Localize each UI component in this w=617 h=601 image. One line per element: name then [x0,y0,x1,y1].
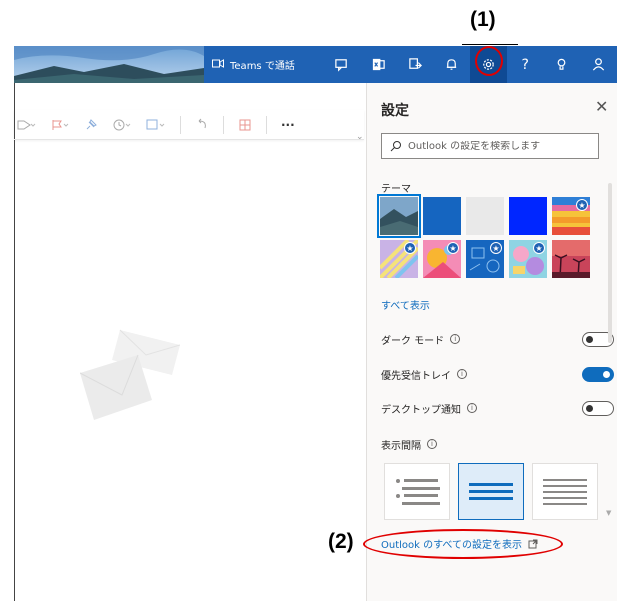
density-compact-line [543,478,587,481]
annotation-1: (1) [470,8,496,31]
flag-icon[interactable] [50,119,70,131]
settings-scrollbar-thumb[interactable] [608,183,612,343]
help-button[interactable]: ? [507,46,544,83]
dark-mode-row: ダーク モード i [381,329,614,349]
premium-star-icon: ★ [576,199,588,211]
tag-icon[interactable] [16,119,36,131]
chat-icon [335,59,347,72]
tips-button[interactable] [544,46,581,83]
bell-icon [447,59,457,70]
header-scenery-image [14,46,204,83]
desktop-notification-toggle[interactable] [582,401,614,416]
dark-mode-label: ダーク モード [381,335,445,347]
theme-sunset-palms[interactable] [552,240,590,278]
density-compact-line [543,484,587,487]
theme-blue[interactable] [423,197,461,235]
theme-pastel-art[interactable]: ★ [509,240,547,278]
premium-star-icon: ★ [490,242,502,254]
density-full-line [396,478,438,483]
toggle-knob [586,336,593,343]
density-medium[interactable] [458,463,524,520]
scroll-down-icon[interactable]: ▼ [606,509,611,517]
toolbar-separator [223,116,224,134]
density-options [384,463,598,520]
density-medium-line [469,483,513,486]
toggle-knob [603,371,610,378]
move-icon[interactable] [146,118,166,132]
density-compact[interactable] [532,463,598,520]
theme-pink-orange[interactable]: ★ [423,240,461,278]
tips-icon [558,58,566,70]
toggle-knob [586,405,593,412]
density-full-line [396,493,438,498]
show-all-themes-link[interactable]: すべて表示 [381,297,430,312]
info-icon[interactable]: i [467,403,477,413]
empty-mail-illustration [80,329,180,420]
search-icon [390,141,401,152]
chat-button[interactable] [323,46,360,83]
notifications-button[interactable] [433,46,470,83]
apps-icon[interactable] [238,118,252,132]
density-compact-line [543,490,587,493]
density-compact-line [543,502,587,505]
camera-icon [212,58,224,71]
premium-star-icon: ★ [447,242,459,254]
pin-icon[interactable] [84,118,98,132]
theme-rainbow[interactable]: ★ [552,197,590,235]
density-full-line [402,501,440,505]
desktop-notification-label: デスクトップ通知 [381,404,461,416]
share-icon [408,58,422,69]
theme-light-gray[interactable] [466,197,504,235]
annotation-2: (2) [328,530,354,553]
density-full-line [402,486,440,490]
excel-button[interactable] [360,46,397,83]
all-settings-highlight-oval [363,529,563,559]
settings-highlight-circle [475,46,503,76]
settings-panel: 設定 ✕ テーマ ★ ★ ★ ★ ★ [366,83,617,601]
info-icon[interactable]: i [427,439,437,449]
premium-star-icon: ★ [533,242,545,254]
theme-colorful-lines[interactable]: ★ [380,240,418,278]
settings-search-input[interactable] [408,140,588,152]
density-medium-line [469,497,513,500]
density-compact-line [543,496,587,499]
focused-inbox-toggle[interactable] [582,367,614,382]
clock-icon[interactable] [112,118,132,132]
undo-icon[interactable] [195,118,209,132]
sheets-icon [372,58,385,71]
command-bar: ··· [14,110,364,140]
account-button[interactable] [580,46,617,83]
toolbar-separator [266,116,267,134]
close-icon[interactable]: ✕ [595,97,608,116]
density-full[interactable] [384,463,450,520]
display-density-row: 表示間隔 i [381,434,601,454]
density-medium-line [469,490,513,493]
theme-grid: ★ ★ ★ ★ ★ [377,194,598,278]
annotation-divider [462,44,518,45]
chevron-down-icon[interactable]: ⌄ [356,132,364,142]
teams-call-label: Teams で通話 [230,61,295,72]
info-icon[interactable]: i [450,334,461,344]
settings-title: 設定 [381,103,409,119]
toolbar-separator [180,116,181,134]
display-density-label: 表示間隔 [381,440,421,452]
focused-inbox-row: 優先受信トレイ i [381,364,614,384]
top-bar: Teams で通話 ? [14,46,617,83]
more-icon[interactable]: ··· [281,118,295,132]
person-icon [593,58,605,71]
info-icon[interactable]: i [457,369,467,379]
help-icon: ? [521,56,529,73]
desktop-notification-row: デスクトップ通知 i [381,398,614,418]
share-button[interactable] [397,46,434,83]
theme-label: テーマ [381,184,411,195]
focused-inbox-label: 優先受信トレイ [381,370,451,382]
theme-landscape[interactable] [377,194,421,238]
settings-search-box[interactable] [381,133,599,159]
theme-bright-blue[interactable] [509,197,547,235]
premium-star-icon: ★ [404,242,416,254]
theme-blue-doodle[interactable]: ★ [466,240,504,278]
teams-call-button[interactable]: Teams で通話 [212,57,323,72]
